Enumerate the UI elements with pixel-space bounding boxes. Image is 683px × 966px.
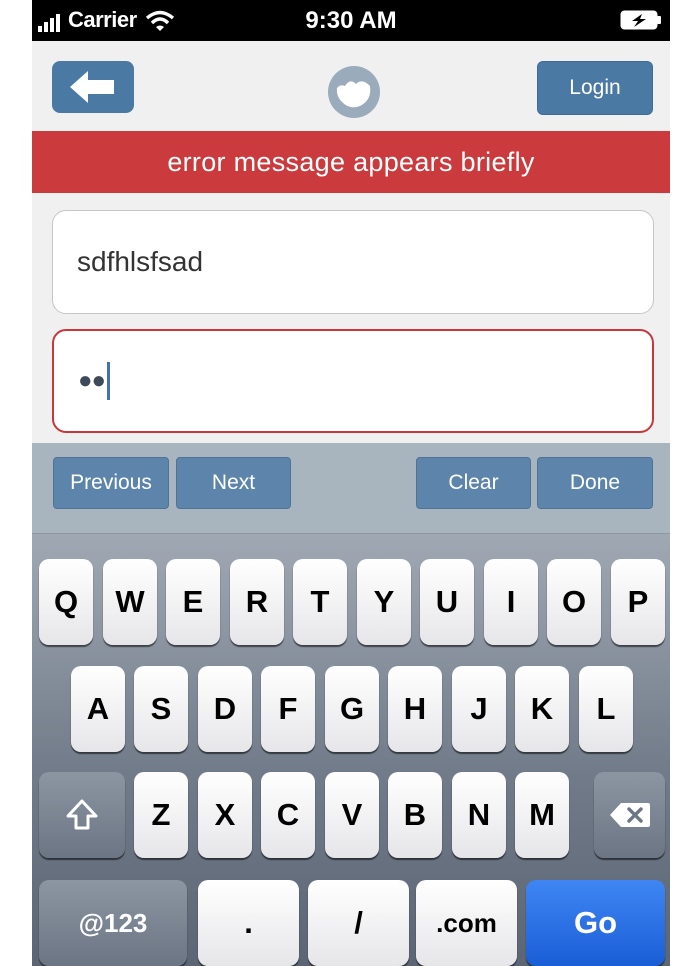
key-q[interactable]: Q (39, 559, 93, 645)
shift-icon (66, 799, 98, 830)
left-arrow-icon (70, 71, 114, 103)
navigation-bar: Login (32, 41, 670, 131)
previous-button[interactable]: Previous (53, 457, 169, 509)
battery-charging-icon (620, 10, 661, 30)
dot-key[interactable]: . (198, 880, 299, 966)
key-z[interactable]: Z (134, 772, 188, 858)
key-f[interactable]: F (261, 666, 315, 752)
key-y[interactable]: Y (357, 559, 411, 645)
key-n[interactable]: N (452, 772, 506, 858)
next-button[interactable]: Next (176, 457, 291, 509)
key-c[interactable]: C (261, 772, 315, 858)
backspace-key[interactable] (594, 772, 665, 858)
key-u[interactable]: U (420, 559, 474, 645)
key-g[interactable]: G (325, 666, 379, 752)
key-x[interactable]: X (198, 772, 252, 858)
key-h[interactable]: H (388, 666, 442, 752)
status-time: 9:30 AM (305, 7, 397, 34)
backspace-icon (609, 803, 650, 827)
login-form: sdfhlsfsad ●● (32, 193, 670, 443)
key-l[interactable]: L (579, 666, 633, 752)
clear-button[interactable]: Clear (416, 457, 531, 509)
key-s[interactable]: S (134, 666, 188, 752)
password-mask: ●● (78, 367, 106, 394)
key-j[interactable]: J (452, 666, 506, 752)
key-i[interactable]: I (484, 559, 538, 645)
key-e[interactable]: E (166, 559, 220, 645)
key-v[interactable]: V (325, 772, 379, 858)
text-cursor (107, 362, 110, 400)
key-t[interactable]: T (293, 559, 347, 645)
keyboard: Q W E R T Y U I O P A S D F G H J K L Z … (32, 534, 670, 966)
error-banner: error message appears briefly (32, 131, 670, 193)
key-b[interactable]: B (388, 772, 442, 858)
shift-key[interactable] (39, 772, 125, 858)
key-p[interactable]: P (611, 559, 665, 645)
key-k[interactable]: K (515, 666, 569, 752)
password-field[interactable]: ●● (52, 329, 654, 433)
status-bar: Carrier 9:30 AM (32, 0, 670, 41)
keyboard-accessory-bar: Previous Next Clear Done (32, 443, 670, 534)
numbers-key[interactable]: @123 (39, 880, 187, 966)
key-m[interactable]: M (515, 772, 569, 858)
key-r[interactable]: R (230, 559, 284, 645)
dot-com-key[interactable]: .com (416, 880, 517, 966)
username-field[interactable]: sdfhlsfsad (52, 210, 654, 314)
done-button[interactable]: Done (537, 457, 653, 509)
back-button[interactable] (52, 61, 134, 113)
phone-screen: Carrier 9:30 AM Login error message appe… (32, 0, 670, 966)
key-a[interactable]: A (71, 666, 125, 752)
logo-icon (328, 66, 380, 118)
key-o[interactable]: O (547, 559, 601, 645)
slash-key[interactable]: / (308, 880, 409, 966)
go-key[interactable]: Go (526, 880, 665, 966)
key-w[interactable]: W (103, 559, 157, 645)
key-d[interactable]: D (198, 666, 252, 752)
login-button[interactable]: Login (537, 61, 653, 115)
